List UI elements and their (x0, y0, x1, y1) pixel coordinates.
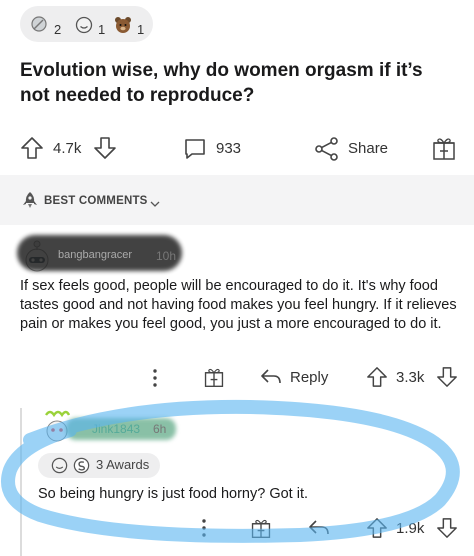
annotation-circle (1, 399, 460, 543)
